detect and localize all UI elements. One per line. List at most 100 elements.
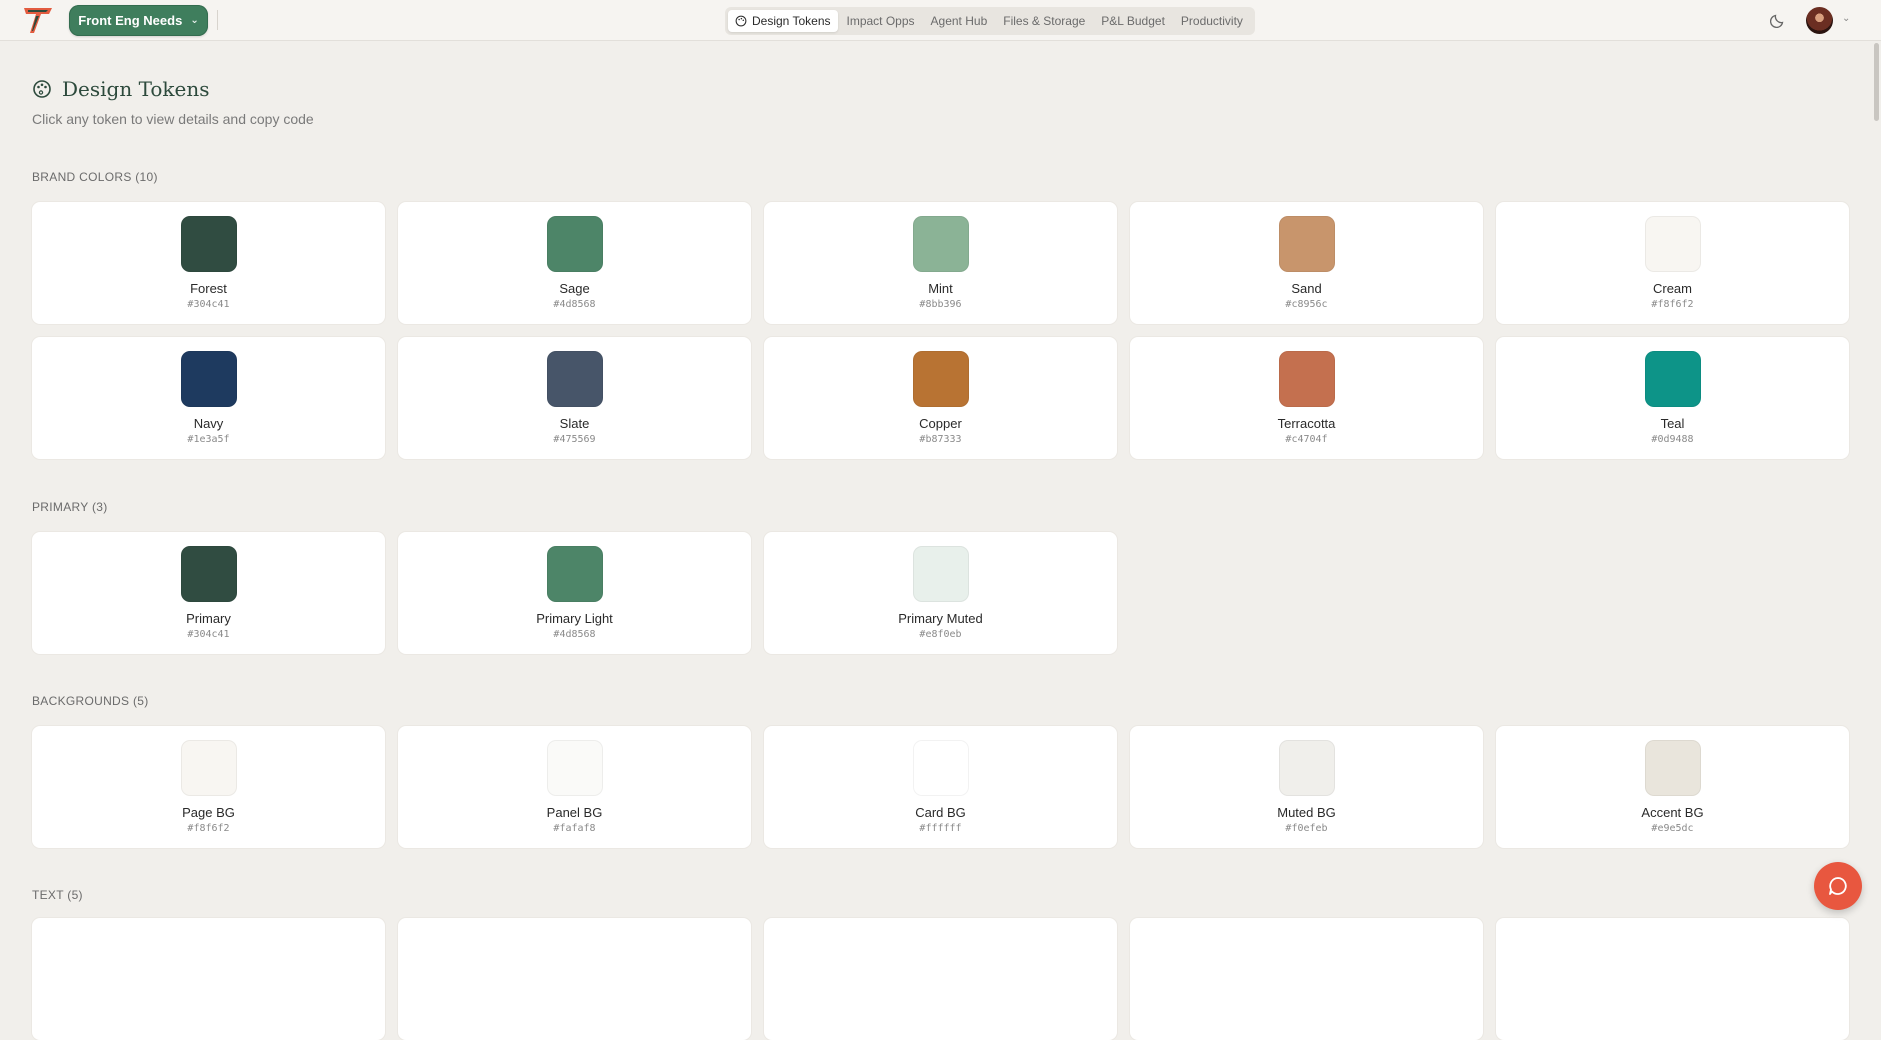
- token-card[interactable]: Muted BG #f0efeb: [1130, 726, 1483, 848]
- color-swatch: [912, 546, 969, 602]
- token-hex: #4d8568: [553, 629, 596, 640]
- tab-productivity[interactable]: Productivity: [1174, 10, 1250, 32]
- token-card[interactable]: [32, 918, 385, 1040]
- token-card[interactable]: Slate #475569: [398, 337, 751, 459]
- page-title: Design Tokens: [62, 77, 210, 101]
- token-grid-text: [32, 918, 1850, 1040]
- page-header: Design Tokens: [32, 77, 210, 101]
- color-swatch: [1278, 740, 1335, 796]
- token-hex: #f8f6f2: [1651, 299, 1694, 310]
- token-name: Navy: [193, 416, 224, 431]
- token-card[interactable]: [764, 918, 1117, 1040]
- color-swatch: [546, 740, 603, 796]
- palette-icon: [735, 15, 747, 27]
- token-grid-backgrounds: Page BG #f8f6f2 Panel BG #fafaf8 Card BG #fff…: [32, 726, 1850, 848]
- token-name: Slate: [559, 416, 590, 431]
- tab-label: Agent Hub: [930, 14, 988, 28]
- color-swatch: [912, 740, 969, 796]
- token-card[interactable]: [1496, 918, 1849, 1040]
- token-name: Sand: [1291, 281, 1322, 296]
- moon-icon[interactable]: [1770, 12, 1786, 28]
- color-swatch: [180, 740, 237, 796]
- color-swatch: [912, 351, 969, 407]
- top-bar: Front Eng Needs ⌄ Design Tokens Impact O…: [0, 0, 1881, 41]
- token-name: Page BG: [182, 805, 235, 820]
- token-card[interactable]: Forest #304c41: [32, 202, 385, 324]
- avatar[interactable]: [1806, 7, 1833, 34]
- token-card[interactable]: Primary #304c41: [32, 532, 385, 654]
- tab-files-storage[interactable]: Files & Storage: [996, 10, 1092, 32]
- workspace-selector-button[interactable]: Front Eng Needs ⌄: [69, 5, 208, 36]
- token-name: Sage: [559, 281, 590, 296]
- chevron-down-icon: ⌄: [190, 15, 199, 26]
- token-card[interactable]: Navy #1e3a5f: [32, 337, 385, 459]
- token-card[interactable]: Sage #4d8568: [398, 202, 751, 324]
- token-name: Cream: [1652, 281, 1692, 296]
- token-card[interactable]: Terracotta #c4704f: [1130, 337, 1483, 459]
- color-swatch: [1644, 351, 1701, 407]
- token-name: Muted BG: [1277, 805, 1336, 820]
- token-card[interactable]: Card BG #ffffff: [764, 726, 1117, 848]
- scrollbar-thumb[interactable]: [1874, 43, 1879, 121]
- token-hex: #fafaf8: [553, 823, 596, 834]
- token-hex: #c8956c: [1285, 299, 1328, 310]
- token-name: Primary: [186, 611, 231, 626]
- tab-impact-opps[interactable]: Impact Opps: [840, 10, 922, 32]
- color-swatch: [180, 216, 237, 272]
- token-name: Panel BG: [546, 805, 603, 820]
- color-swatch: [546, 546, 603, 602]
- token-name: Accent BG: [1641, 805, 1704, 820]
- token-grid-brand-colors: Forest #304c41 Sage #4d8568 Mint #8bb396 Sand #…: [32, 202, 1850, 459]
- chevron-down-icon[interactable]: ⌄: [1842, 13, 1850, 24]
- token-name: Primary Muted: [898, 611, 983, 626]
- token-name: Card BG: [915, 805, 966, 820]
- token-card[interactable]: Accent BG #e9e5dc: [1496, 726, 1849, 848]
- color-swatch: [546, 216, 603, 272]
- scrollbar-track[interactable]: [1872, 41, 1881, 930]
- token-card[interactable]: Page BG #f8f6f2: [32, 726, 385, 848]
- divider: [217, 10, 218, 30]
- token-name: Copper: [919, 416, 962, 431]
- token-hex: #f0efeb: [1285, 823, 1328, 834]
- tab-label: Impact Opps: [846, 14, 915, 28]
- color-swatch: [912, 216, 969, 272]
- color-swatch: [1278, 351, 1335, 407]
- token-grid-primary: Primary #304c41 Primary Light #4d8568 Primar…: [32, 532, 1850, 654]
- chat-button[interactable]: [1814, 862, 1862, 910]
- token-card[interactable]: [1130, 918, 1483, 1040]
- app-logo-icon[interactable]: [22, 5, 54, 35]
- token-hex: #4d8568: [553, 299, 596, 310]
- chat-bubble-icon: [1829, 877, 1847, 895]
- page-subtitle: Click any token to view details and copy…: [32, 111, 314, 127]
- color-swatch: [1644, 216, 1701, 272]
- token-card[interactable]: Mint #8bb396: [764, 202, 1117, 324]
- tab-design-tokens[interactable]: Design Tokens: [728, 10, 838, 32]
- token-name: Teal: [1660, 416, 1685, 431]
- tab-agent-hub[interactable]: Agent Hub: [924, 10, 995, 32]
- main-nav: Design Tokens Impact Opps Agent Hub File…: [725, 7, 1255, 35]
- token-card[interactable]: Primary Light #4d8568: [398, 532, 751, 654]
- token-card[interactable]: Panel BG #fafaf8: [398, 726, 751, 848]
- tab-label: Design Tokens: [752, 14, 831, 28]
- token-hex: #c4704f: [1285, 434, 1328, 445]
- token-name: Mint: [928, 281, 953, 296]
- token-card[interactable]: Primary Muted #e8f0eb: [764, 532, 1117, 654]
- section-label-primary: PRIMARY (3): [32, 500, 108, 514]
- color-swatch: [1278, 216, 1335, 272]
- token-card[interactable]: Sand #c8956c: [1130, 202, 1483, 324]
- tab-pl-budget[interactable]: P&L Budget: [1094, 10, 1172, 32]
- token-card[interactable]: [398, 918, 751, 1040]
- section-label-text: TEXT (5): [32, 888, 83, 902]
- token-hex: #8bb396: [919, 299, 962, 310]
- section-label-backgrounds: BACKGROUNDS (5): [32, 694, 149, 708]
- token-name: Forest: [190, 281, 227, 296]
- token-hex: #0d9488: [1651, 434, 1694, 445]
- token-hex: #304c41: [187, 299, 230, 310]
- workspace-label: Front Eng Needs: [78, 13, 183, 28]
- token-card[interactable]: Teal #0d9488: [1496, 337, 1849, 459]
- token-hex: #ffffff: [919, 823, 962, 834]
- token-card[interactable]: Cream #f8f6f2: [1496, 202, 1849, 324]
- token-card[interactable]: Copper #b87333: [764, 337, 1117, 459]
- token-hex: #475569: [553, 434, 596, 445]
- token-hex: #304c41: [187, 629, 230, 640]
